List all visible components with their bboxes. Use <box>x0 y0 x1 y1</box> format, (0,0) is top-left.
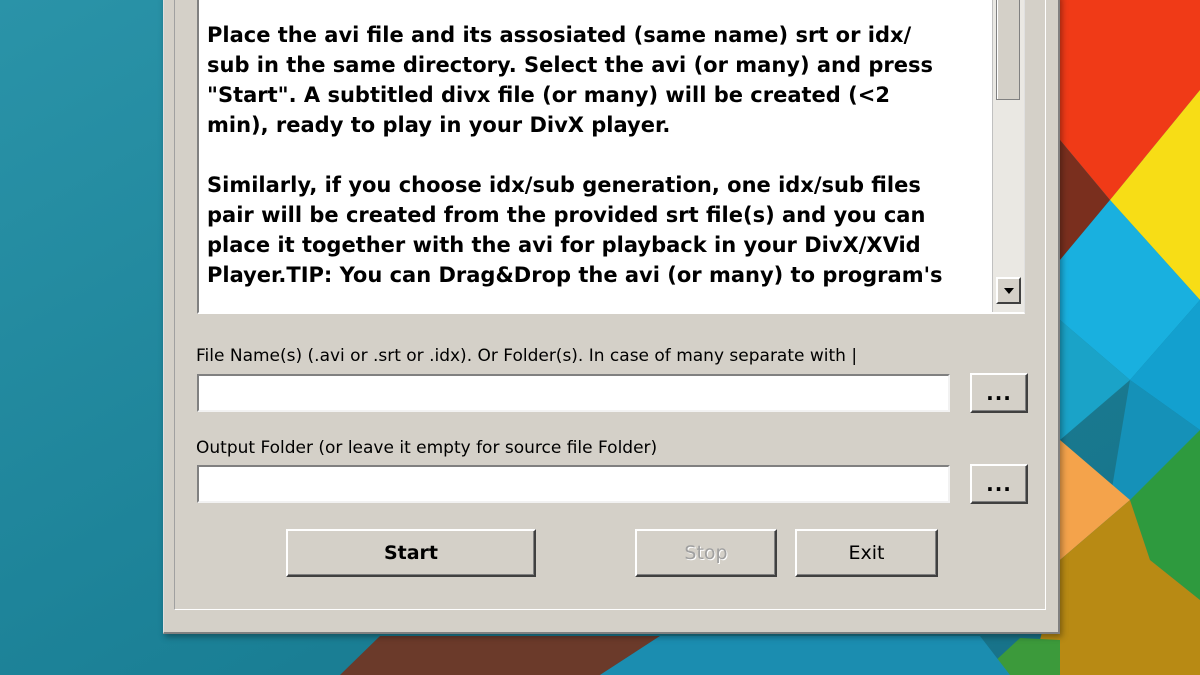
instructions-textbox[interactable]: Place the avi file and its assosiated (s… <box>197 0 1025 314</box>
browse-files-button[interactable]: ... <box>970 373 1028 413</box>
instructions-paragraph-1: Place the avi file and its assosiated (s… <box>207 23 933 137</box>
instructions-paragraph-2: Similarly, if you choose idx/sub generat… <box>207 173 943 287</box>
browse-output-folder-button[interactable]: ... <box>970 464 1028 504</box>
arrow-down-icon <box>1003 287 1014 294</box>
stop-button[interactable]: Stop <box>635 529 777 577</box>
scroll-down-button[interactable] <box>996 277 1021 304</box>
output-folder-label: Output Folder (or leave it empty for sou… <box>196 438 658 458</box>
start-button[interactable]: Start <box>286 529 536 577</box>
exit-button[interactable]: Exit <box>795 529 938 577</box>
instructions-text: Place the avi file and its assosiated (s… <box>207 20 987 312</box>
file-names-input[interactable] <box>197 374 950 412</box>
output-folder-input[interactable] <box>197 465 950 503</box>
scrollbar-thumb[interactable] <box>996 0 1020 100</box>
file-names-label: File Name(s) (.avi or .srt or .idx). Or … <box>196 346 858 366</box>
vertical-scrollbar[interactable] <box>992 0 1024 312</box>
subtitle-tool-dialog: Place the avi file and its assosiated (s… <box>163 0 1060 634</box>
